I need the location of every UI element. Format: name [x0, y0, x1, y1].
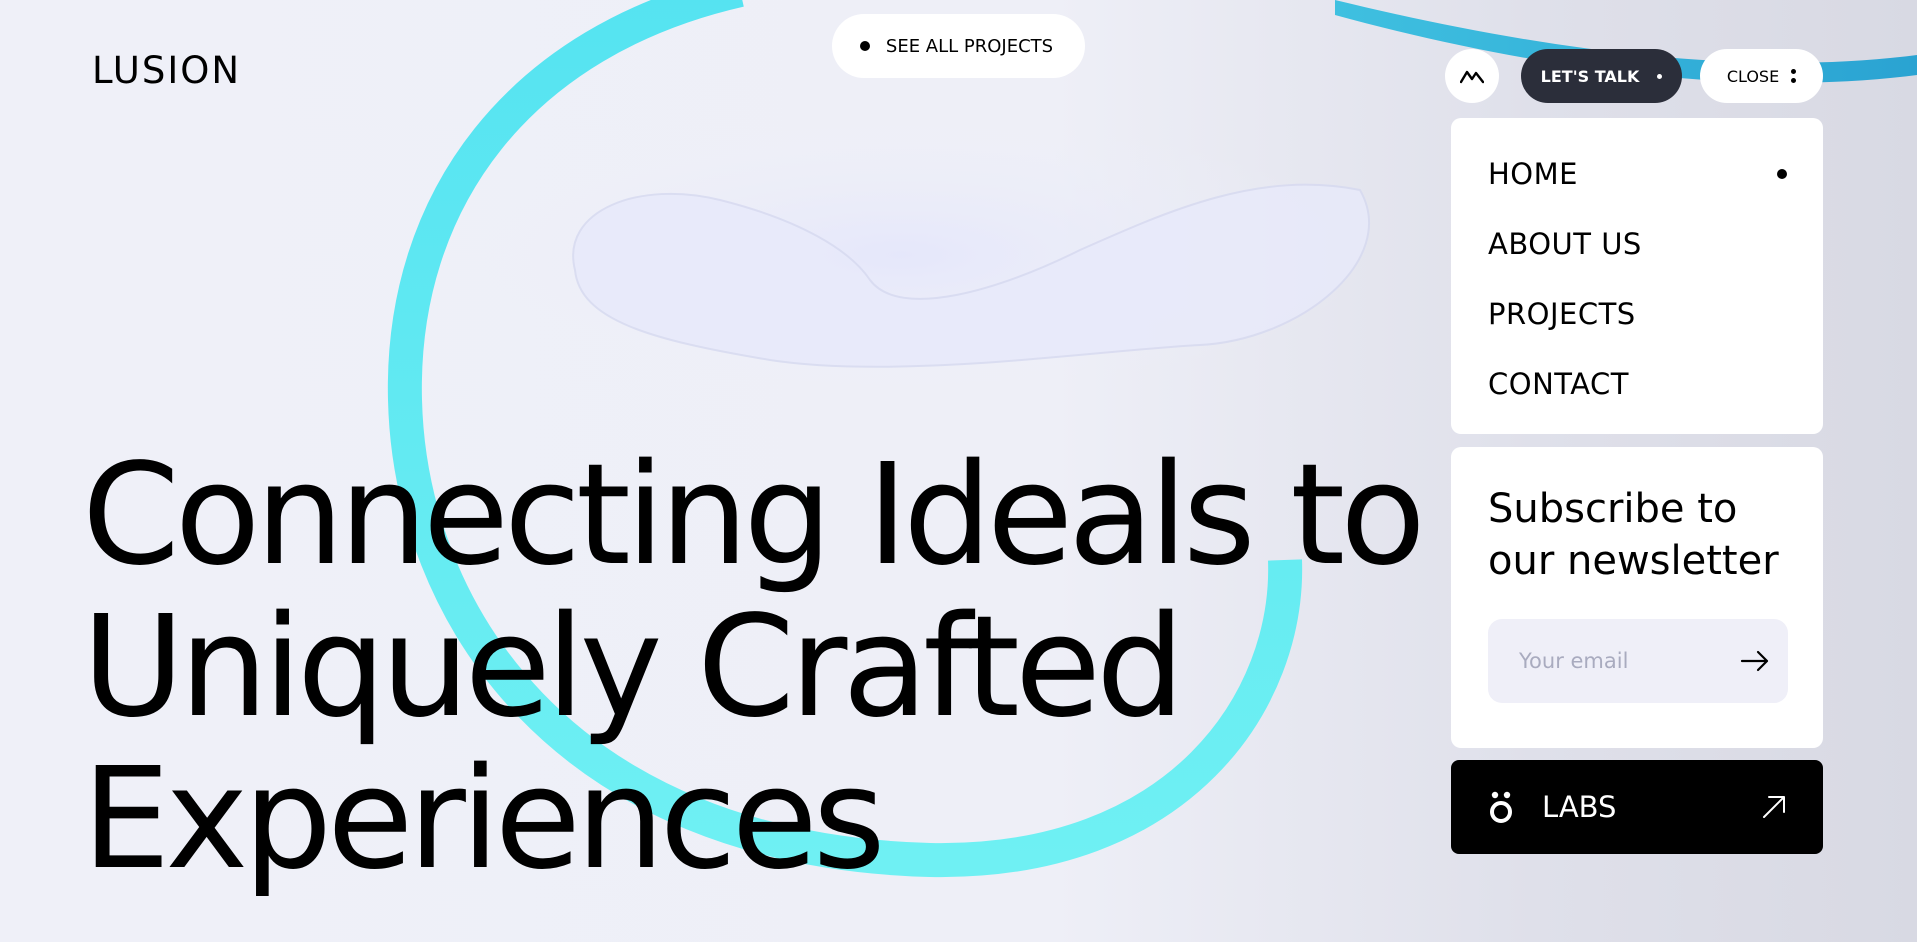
hero-line-1: Connecting Ideals to — [82, 440, 1426, 597]
menu-item-contact[interactable]: CONTACT — [1488, 362, 1787, 405]
vertical-dots-icon — [1791, 69, 1797, 83]
bullet-dot-icon — [859, 41, 870, 51]
lusion-logo[interactable]: LUSION — [92, 52, 241, 89]
active-indicator-icon — [1777, 168, 1787, 179]
sound-wave-button[interactable] — [1445, 49, 1499, 103]
close-menu-button[interactable]: CLOSE — [1700, 49, 1823, 103]
hero-line-3: Experiences — [82, 738, 886, 896]
labs-logo-icon — [1490, 791, 1512, 823]
menu-item-label: HOME — [1488, 156, 1578, 191]
labs-label: LABS — [1542, 790, 1617, 824]
arrow-right-icon[interactable] — [1740, 650, 1770, 672]
hero-headline: Connecting Ideals to Uniquely Crafted Ex… — [82, 440, 1452, 896]
see-all-projects-label: SEE ALL PROJECTS — [885, 35, 1054, 57]
menu-item-about-us[interactable]: ABOUT US — [1488, 222, 1787, 265]
see-all-projects-button[interactable]: SEE ALL PROJECTS — [832, 14, 1085, 78]
arrow-up-right-icon — [1763, 796, 1785, 818]
hero-line-2: Uniquely Crafted — [82, 586, 1185, 749]
menu-item-label: CONTACT — [1488, 366, 1630, 401]
menu-item-home[interactable]: HOME — [1488, 152, 1787, 195]
email-field-container — [1488, 619, 1788, 703]
labs-link[interactable]: LABS — [1451, 760, 1823, 854]
navigation-menu: HOME ABOUT US PROJECTS CONTACT — [1451, 118, 1823, 434]
menu-item-projects[interactable]: PROJECTS — [1488, 292, 1787, 335]
email-input[interactable] — [1517, 648, 1721, 674]
lets-talk-button[interactable]: LET'S TALK — [1521, 49, 1682, 103]
newsletter-card: Subscribe to our newsletter — [1451, 447, 1823, 748]
bullet-dot-icon — [1657, 73, 1663, 79]
menu-item-label: ABOUT US — [1488, 226, 1642, 261]
sound-wave-icon — [1460, 70, 1484, 84]
menu-item-label: PROJECTS — [1488, 296, 1636, 331]
lets-talk-label: LET'S TALK — [1540, 66, 1640, 86]
close-label: CLOSE — [1726, 66, 1780, 86]
newsletter-title: Subscribe to our newsletter — [1488, 486, 1779, 584]
